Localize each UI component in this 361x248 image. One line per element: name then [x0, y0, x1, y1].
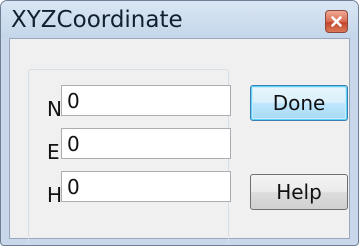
dialog-window: XYZCoordinate N: E: H: Done Help	[0, 0, 359, 246]
h-input[interactable]	[61, 171, 231, 202]
dialog-body: N: E: H: Done Help	[9, 38, 350, 245]
help-button[interactable]: Help	[250, 174, 348, 210]
window-title: XYZCoordinate	[11, 7, 183, 33]
close-button[interactable]	[325, 10, 348, 33]
e-input[interactable]	[61, 128, 231, 159]
done-button[interactable]: Done	[250, 85, 348, 121]
n-input[interactable]	[61, 85, 231, 116]
title-bar[interactable]: XYZCoordinate	[1, 1, 358, 38]
close-icon	[331, 16, 342, 27]
